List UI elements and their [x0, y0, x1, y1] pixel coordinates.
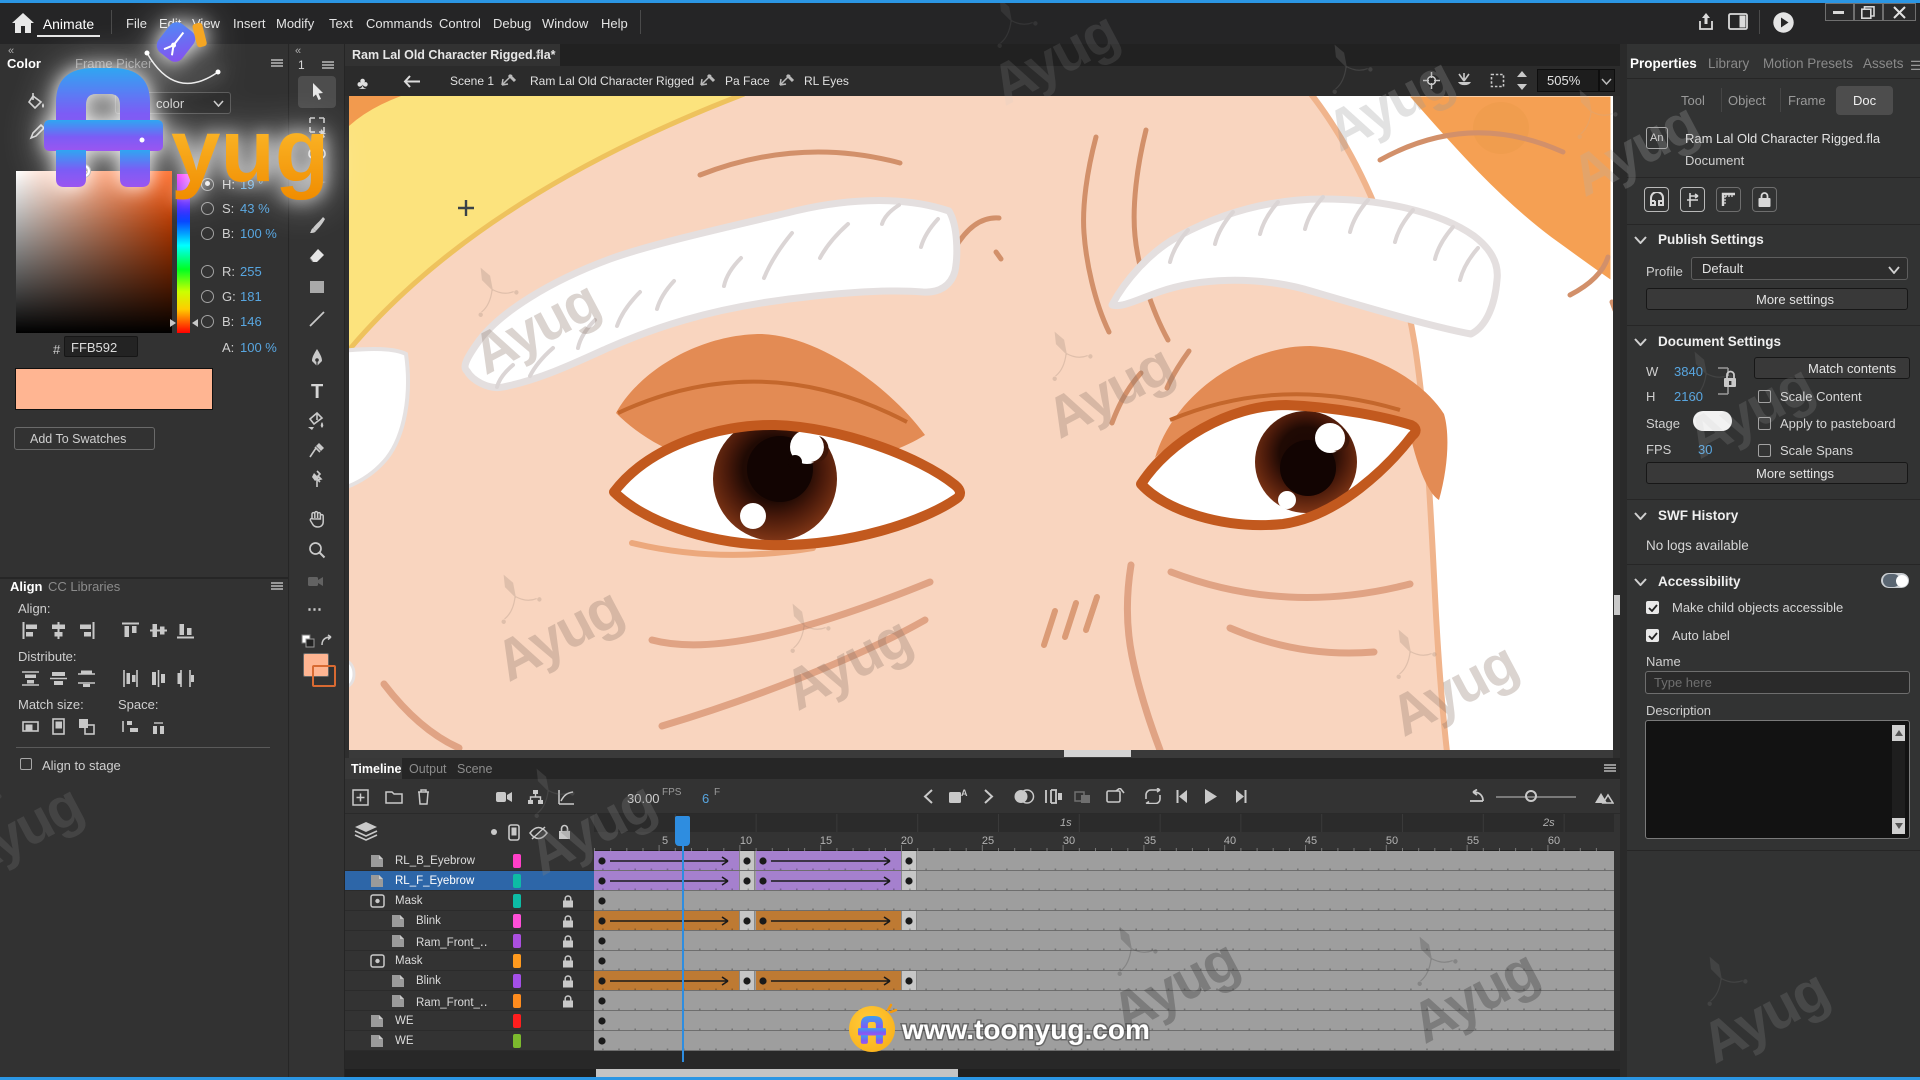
svg-text:A: A [961, 788, 968, 798]
